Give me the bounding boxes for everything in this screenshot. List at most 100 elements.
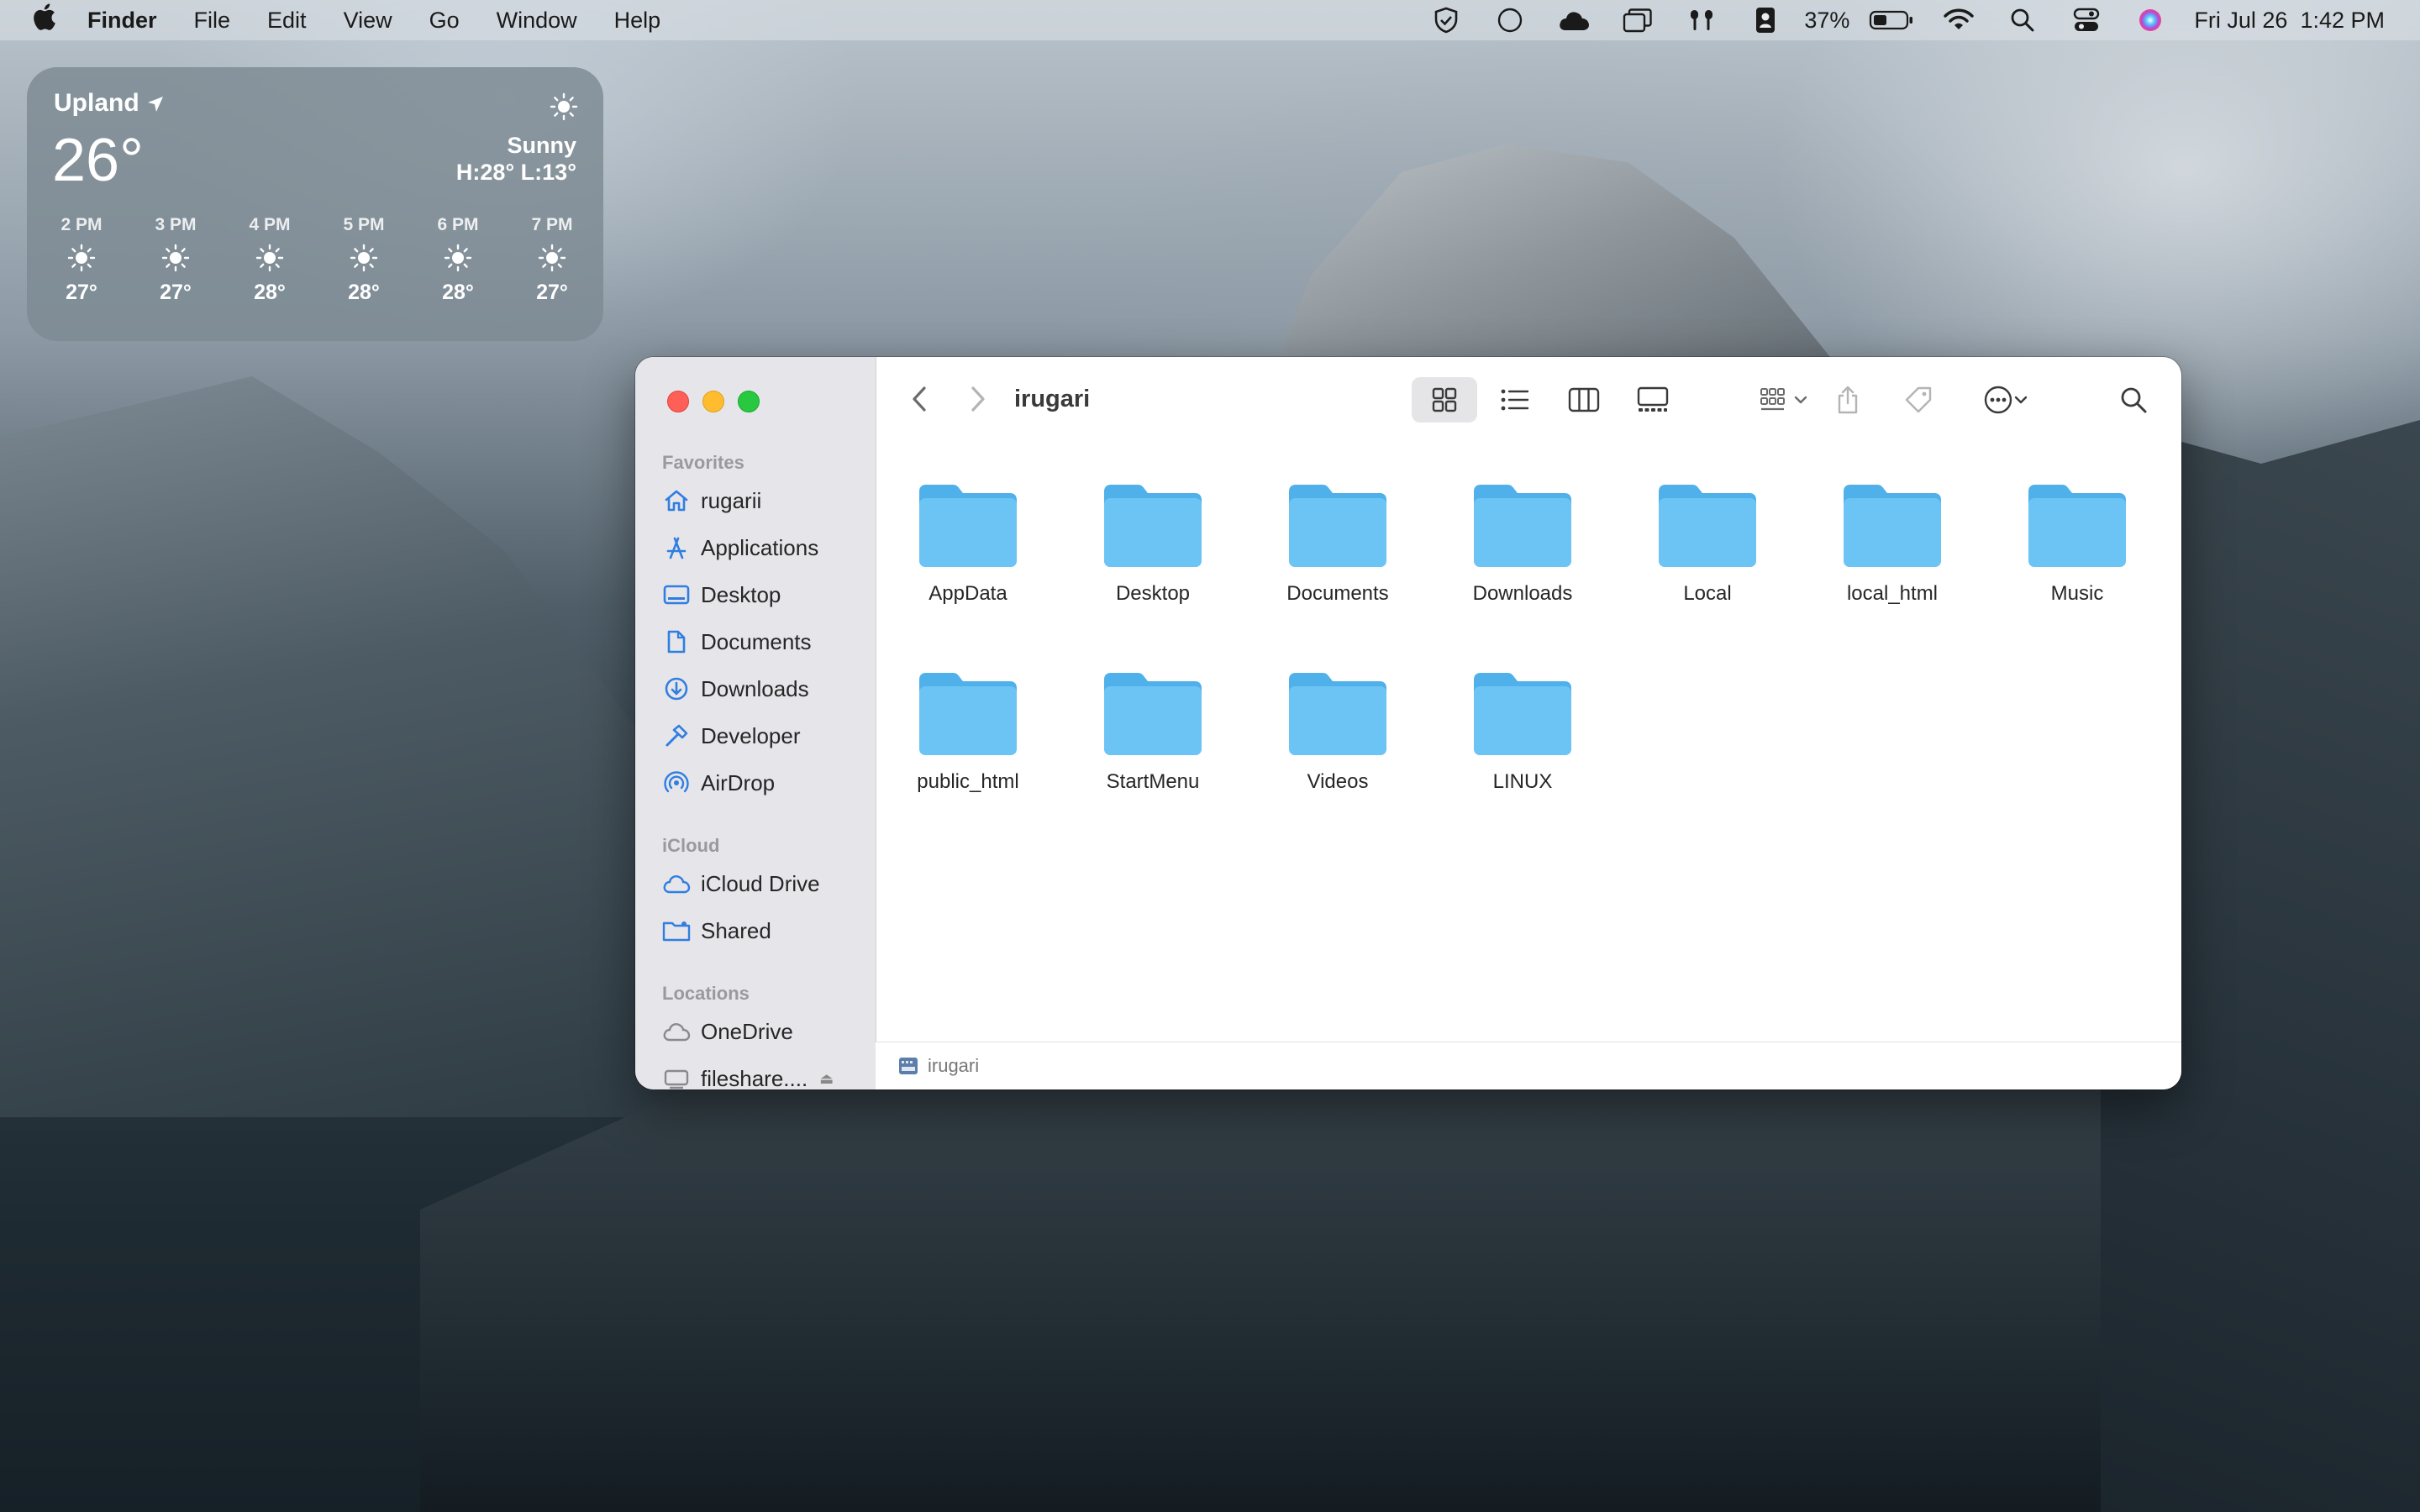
folder-item[interactable]: Music: [1985, 480, 2170, 606]
menu-file[interactable]: File: [176, 8, 250, 34]
tag-button[interactable]: [1896, 377, 1941, 423]
sun-icon: [523, 235, 581, 281]
folder-item[interactable]: public_html: [876, 668, 1060, 794]
sidebar-item-onedrive[interactable]: OneDrive: [662, 1012, 864, 1051]
sidebar-item-fileshare[interactable]: fileshare.... ⏏: [662, 1059, 864, 1089]
weather-temperature: 26°: [52, 127, 144, 194]
path-item[interactable]: irugari: [928, 1055, 979, 1077]
folder-item[interactable]: LINUX: [1430, 668, 1615, 794]
battery-icon[interactable]: [1868, 6, 1915, 34]
folder-item[interactable]: StartMenu: [1060, 668, 1245, 794]
menu-go[interactable]: Go: [411, 8, 478, 34]
folder-item[interactable]: Documents: [1245, 480, 1430, 606]
shared-folder-icon: [662, 916, 691, 945]
control-center-icon[interactable]: [2066, 6, 2107, 34]
folder-icon: [2028, 485, 2126, 567]
weather-city: Upland: [54, 89, 165, 118]
weather-high-low: H:28° L:13°: [455, 160, 576, 185]
chevron-down-icon: [2014, 396, 2028, 404]
minimize-button[interactable]: [702, 391, 724, 412]
cloud-icon: [662, 1017, 691, 1046]
sidebar-section-locations: Locations: [662, 983, 750, 1004]
search-button[interactable]: [2111, 377, 2156, 423]
folder-label: Downloads: [1472, 582, 1573, 605]
folder-label: LINUX: [1492, 770, 1553, 793]
menu-app-name[interactable]: Finder: [69, 8, 176, 34]
shield-check-icon[interactable]: [1426, 6, 1466, 34]
airdrop-icon: [662, 769, 691, 797]
sidebar-item-airdrop[interactable]: AirDrop: [662, 764, 864, 802]
chevron-down-icon: [1794, 396, 1807, 404]
folder-icon: [1474, 673, 1571, 755]
folder-label: Videos: [1307, 770, 1369, 793]
document-icon: [662, 627, 691, 656]
sidebar-item-label: Developer: [701, 722, 801, 748]
location-arrow-icon: [148, 97, 164, 113]
menu-edit[interactable]: Edit: [249, 8, 325, 34]
finder-sidebar: Favorites rugarii Applications Desktop D…: [635, 357, 876, 1089]
sidebar-item-icloud-drive[interactable]: iCloud Drive: [662, 864, 864, 903]
menu-datetime[interactable]: Fri Jul 26 1:42 PM: [2194, 8, 2385, 34]
more-actions-button[interactable]: [1968, 377, 2044, 423]
group-grid-icon: [1760, 388, 1785, 411]
column-view-button[interactable]: [1551, 377, 1617, 423]
sun-icon: [240, 235, 299, 281]
folder-icon: [1659, 485, 1756, 567]
sidebar-item-downloads[interactable]: Downloads: [662, 669, 864, 708]
wifi-icon[interactable]: [1939, 6, 1979, 34]
eject-icon[interactable]: ⏏: [819, 1070, 834, 1088]
window-title: irugari: [1014, 386, 1091, 412]
folder-icon: [919, 485, 1017, 567]
close-button[interactable]: [667, 391, 689, 412]
folder-item[interactable]: Desktop: [1060, 480, 1245, 606]
weather-widget[interactable]: Upland 26° Sunny H:28° L:13° 2 PM 27° 3 P…: [27, 67, 603, 341]
menu-help[interactable]: Help: [596, 8, 680, 34]
share-button[interactable]: [1825, 377, 1870, 423]
forward-button[interactable]: [961, 382, 995, 416]
list-icon: [1501, 389, 1529, 411]
sidebar-item-label: Applications: [701, 534, 819, 560]
airpods-icon[interactable]: [1681, 6, 1722, 34]
apple-menu-icon[interactable]: [18, 3, 69, 38]
folder-item[interactable]: Downloads: [1430, 480, 1615, 606]
folder-item[interactable]: local_html: [1800, 480, 1985, 606]
window-stack-icon[interactable]: [1618, 6, 1658, 34]
menu-view[interactable]: View: [325, 8, 411, 34]
gallery-view-button[interactable]: [1620, 377, 1686, 423]
sidebar-item-applications[interactable]: Applications: [662, 528, 864, 567]
ellipsis-circle-icon: [1984, 386, 2012, 414]
folder-item[interactable]: Videos: [1245, 668, 1430, 794]
finder-content: AppData Desktop Documents Downloads Loca…: [876, 441, 2181, 1042]
weather-condition: Sunny: [507, 133, 576, 158]
folder-icon: [1104, 485, 1202, 567]
sidebar-item-shared[interactable]: Shared: [662, 911, 864, 950]
contact-card-icon[interactable]: [1745, 6, 1786, 34]
sidebar-item-label: Desktop: [701, 581, 781, 607]
sidebar-section-favorites: Favorites: [662, 452, 744, 473]
zoom-button[interactable]: [738, 391, 760, 412]
siri-icon[interactable]: [2130, 6, 2170, 34]
circle-icon[interactable]: [1490, 6, 1530, 34]
sidebar-item-home[interactable]: rugarii: [662, 481, 864, 520]
folder-item[interactable]: AppData: [876, 480, 1060, 606]
hourly-item: 3 PM 27°: [146, 215, 205, 305]
icon-view-button[interactable]: [1412, 377, 1477, 423]
sidebar-item-desktop[interactable]: Desktop: [662, 575, 864, 614]
tag-icon: [1905, 386, 1932, 413]
cloud-icon[interactable]: [1554, 6, 1594, 34]
folder-item[interactable]: Local: [1615, 480, 1800, 606]
folder-label: StartMenu: [1106, 770, 1200, 793]
path-bar: irugari: [876, 1042, 2181, 1089]
list-view-button[interactable]: [1482, 377, 1548, 423]
sidebar-item-label: rugarii: [701, 487, 762, 513]
back-button[interactable]: [902, 382, 936, 416]
folder-label: public_html: [917, 770, 1019, 793]
sidebar-item-documents[interactable]: Documents: [662, 622, 864, 661]
hourly-item: 6 PM 28°: [429, 215, 487, 305]
group-by-button[interactable]: [1746, 377, 1822, 423]
hourly-item: 2 PM 27°: [52, 215, 111, 305]
menu-window[interactable]: Window: [478, 8, 596, 34]
sidebar-item-label: Downloads: [701, 675, 809, 701]
spotlight-search-icon[interactable]: [2002, 6, 2043, 34]
sidebar-item-developer[interactable]: Developer: [662, 717, 864, 755]
